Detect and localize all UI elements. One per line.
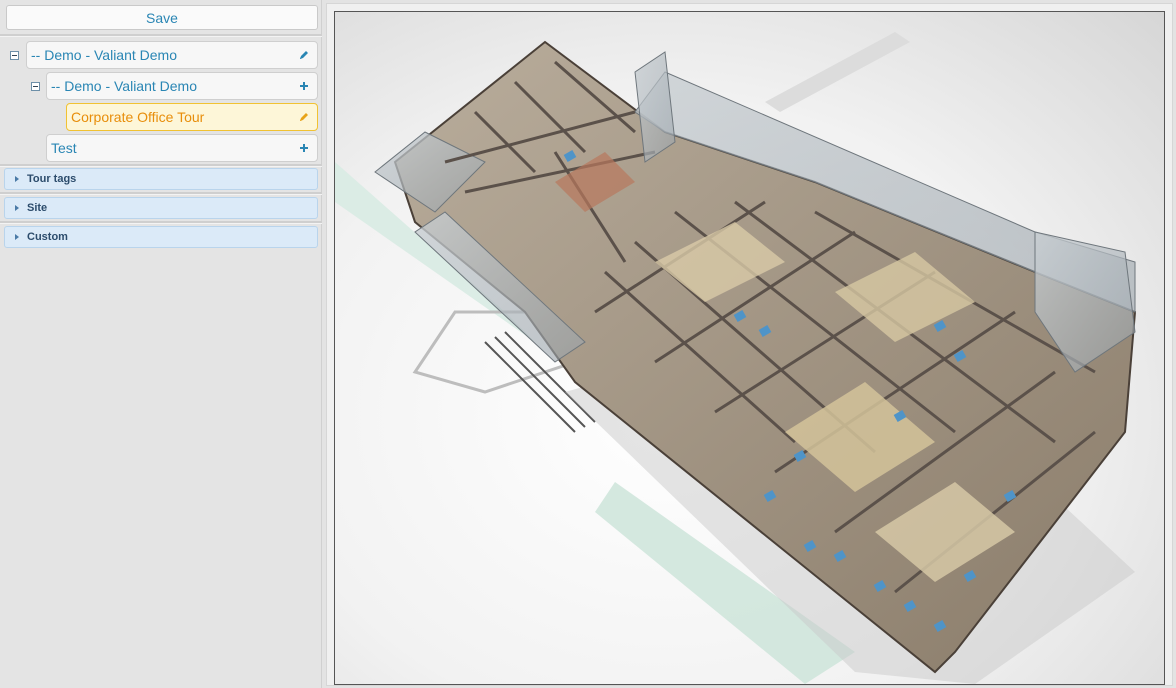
tree-node-test[interactable]: Test (46, 134, 318, 162)
section-label: Site (27, 202, 48, 214)
app-root: Save -- Demo - Valiant Demo -- Demo - Va… (0, 0, 1176, 688)
divider (0, 164, 322, 167)
tree-node-label: Test (51, 140, 77, 156)
caret-right-icon (15, 176, 19, 182)
collapse-toggle-icon[interactable] (10, 51, 19, 60)
divider (0, 34, 322, 37)
tree-node-label: Corporate Office Tour (71, 109, 205, 125)
caret-right-icon (15, 205, 19, 211)
left-panel: Save -- Demo - Valiant Demo -- Demo - Va… (0, 0, 322, 688)
divider (0, 192, 322, 195)
tree-node-root[interactable]: -- Demo - Valiant Demo (26, 41, 318, 69)
section-tour-tags[interactable]: Tour tags (4, 168, 318, 190)
tree-node-label: -- Demo - Valiant Demo (31, 47, 178, 63)
add-icon[interactable] (298, 73, 310, 99)
section-label: Tour tags (27, 173, 77, 185)
collapse-toggle-icon[interactable] (31, 82, 40, 91)
tree-node-selected[interactable]: Corporate Office Tour (66, 103, 318, 131)
save-button[interactable]: Save (6, 5, 318, 30)
section-custom[interactable]: Custom (4, 226, 318, 248)
section-label: Custom (27, 231, 68, 243)
edit-icon[interactable] (298, 104, 310, 130)
viewer-panel (326, 3, 1173, 686)
caret-right-icon (15, 234, 19, 240)
floor-plan-illustration (335, 32, 1137, 684)
floor-plan-render[interactable] (334, 11, 1165, 685)
add-icon[interactable] (298, 135, 310, 161)
divider (0, 221, 322, 224)
section-site[interactable]: Site (4, 197, 318, 219)
edit-icon[interactable] (298, 42, 310, 68)
tree-node-child[interactable]: -- Demo - Valiant Demo (46, 72, 318, 100)
tree-node-label: -- Demo - Valiant Demo (51, 78, 198, 94)
